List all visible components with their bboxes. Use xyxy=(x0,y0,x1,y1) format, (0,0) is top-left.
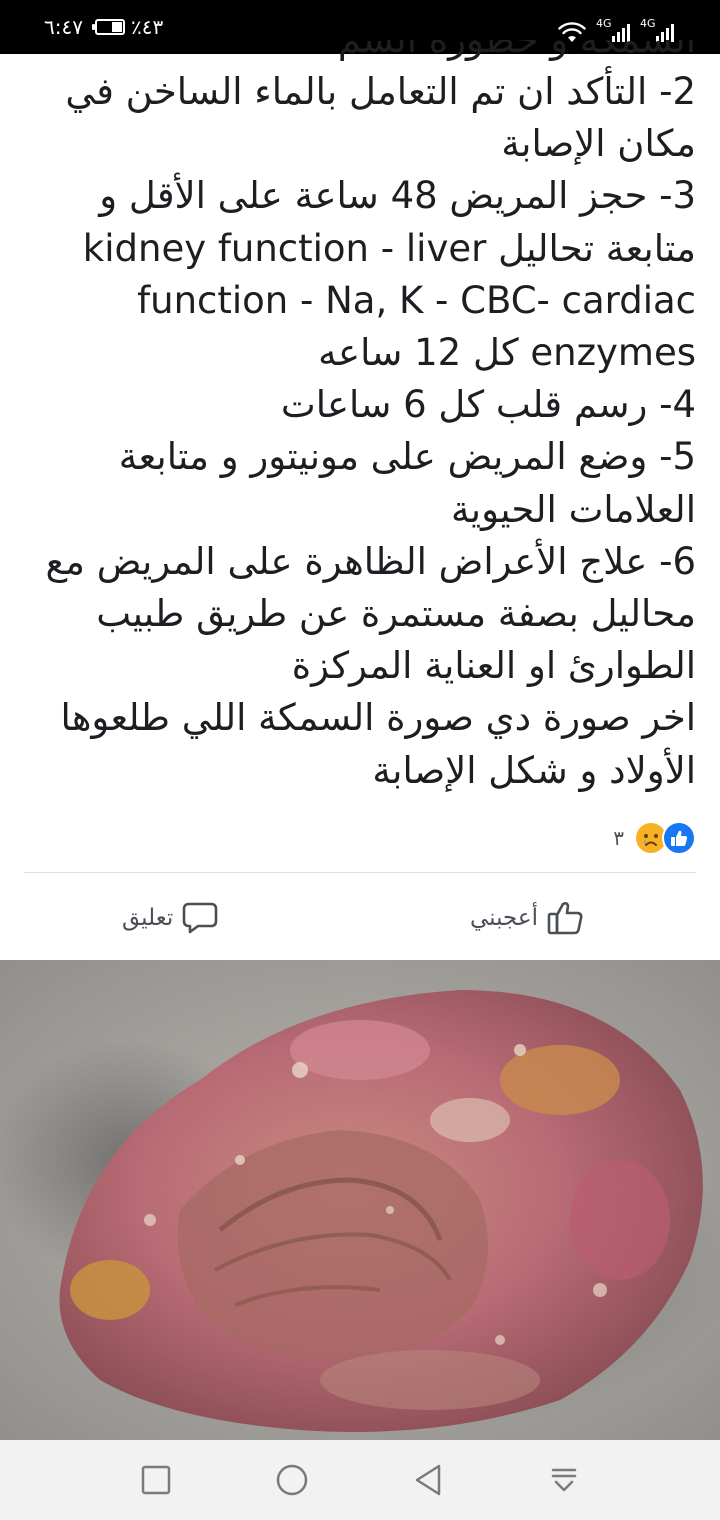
status-time: ٦:٤٧ xyxy=(44,15,83,39)
post-line: مكان الإصابة xyxy=(501,122,696,166)
post-body-text: السمكة و خطورة السم 2- التأكد ان تم التع… xyxy=(24,40,696,820)
post-line: متابعة تحاليل kidney function - liver xyxy=(82,226,696,270)
post-divider xyxy=(24,872,696,873)
stonefish-photo xyxy=(0,960,720,1440)
network-type-label: 4G xyxy=(596,17,612,30)
comment-button[interactable]: تعليق xyxy=(122,892,219,944)
android-nav-bar xyxy=(0,1440,720,1520)
home-icon[interactable] xyxy=(272,1460,312,1500)
comment-label: تعليق xyxy=(122,905,174,931)
post-line: 3- حجز المريض 48 ساعة على الأقل و xyxy=(99,174,696,218)
battery-percent: ٪٤٣ xyxy=(130,15,164,39)
reactions-summary[interactable]: ٣ xyxy=(613,818,696,858)
post-photo[interactable] xyxy=(0,960,720,1440)
status-left-group: ٦:٤٧ ٪٤٣ xyxy=(44,12,163,42)
reaction-count: ٣ xyxy=(613,826,624,850)
post-line: محاليل بصفة مستمرة عن طريق طبيب xyxy=(96,592,696,636)
post-line: الطوارئ او العناية المركزة xyxy=(291,644,696,688)
facebook-post-screen: ٦:٤٧ ٪٤٣ 4G 4G 2- التأكد ان تم التعامل ب… xyxy=(0,0,720,1520)
recent-apps-icon[interactable] xyxy=(136,1460,176,1500)
like-button[interactable]: أعجبني xyxy=(470,892,586,944)
post-line: enzymes كل 12 ساعه xyxy=(318,331,696,375)
post-line: السمكة و خطورة السم xyxy=(24,40,696,66)
battery-icon xyxy=(91,19,125,35)
network-type-label: 4G xyxy=(640,17,656,30)
post-line: اخر صورة دي صورة السمكة اللي طلعوها xyxy=(60,696,696,740)
post-line: function - Na, K - CBC- cardiac xyxy=(137,278,696,322)
notification-pulldown-icon[interactable] xyxy=(544,1460,584,1500)
back-icon[interactable] xyxy=(408,1460,448,1500)
like-label: أعجبني xyxy=(470,905,539,931)
battery-indicator: ٪٤٣ xyxy=(91,15,164,39)
status-right-group: 4G 4G xyxy=(558,10,674,44)
post-line: الأولاد و شكل الإصابة xyxy=(372,748,696,792)
post-line: 6- علاج الأعراض الظاهرة على المريض مع xyxy=(45,539,696,583)
post-line: 5- وضع المريض على مونيتور و متابعة xyxy=(118,435,696,479)
post-line: العلامات الحيوية xyxy=(450,487,696,531)
like-icon xyxy=(662,821,696,855)
thumbs-up-outline-icon xyxy=(547,902,583,935)
post-line: 4- رسم قلب كل 6 ساعات xyxy=(280,383,696,427)
battery-fill xyxy=(111,22,122,32)
comment-bubble-icon xyxy=(182,902,218,934)
post-line: 2- التأكد ان تم التعامل بالماء الساخن في xyxy=(65,70,696,113)
